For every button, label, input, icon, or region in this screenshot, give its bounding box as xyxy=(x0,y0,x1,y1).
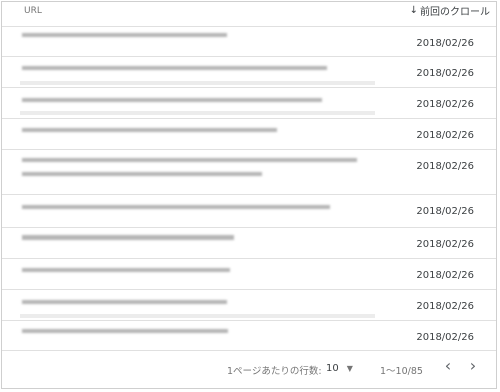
table-row[interactable]: 2018/02/26 xyxy=(2,88,496,119)
redacted-url-line xyxy=(22,98,322,102)
crawl-table: URL ↓ 前回のクロール 2018/02/26 2018/02/26 2018… xyxy=(1,1,497,389)
table-row[interactable]: 2018/02/26 xyxy=(2,150,496,195)
table-row[interactable]: 2018/02/26 xyxy=(2,27,496,57)
url-cell-redacted[interactable] xyxy=(22,329,228,343)
table-row[interactable]: 2018/02/26 xyxy=(2,290,496,321)
redacted-url-line xyxy=(22,33,227,37)
last-crawl-date: 2018/02/26 xyxy=(416,332,474,343)
redacted-url-line xyxy=(22,329,228,333)
row-overlay-strip xyxy=(20,81,375,85)
table-row[interactable]: 2018/02/26 xyxy=(2,57,496,88)
redacted-url-line xyxy=(22,172,262,176)
redacted-url-line xyxy=(22,158,357,162)
next-page-button[interactable]: › xyxy=(463,358,483,374)
dropdown-arrow-icon: ▼ xyxy=(346,363,353,373)
url-cell-redacted[interactable] xyxy=(22,268,230,282)
url-cell-redacted[interactable] xyxy=(22,235,234,250)
last-crawl-date: 2018/02/26 xyxy=(416,130,474,141)
url-cell-redacted[interactable] xyxy=(22,205,330,219)
url-cell-redacted[interactable] xyxy=(22,98,322,112)
url-cell-redacted[interactable] xyxy=(22,300,227,314)
arrow-down-icon: ↓ xyxy=(409,4,418,16)
redacted-url-line xyxy=(22,300,227,304)
last-crawl-date: 2018/02/26 xyxy=(416,38,474,49)
last-crawl-date: 2018/02/26 xyxy=(416,239,474,250)
url-cell-redacted[interactable] xyxy=(22,33,227,47)
row-overlay-strip xyxy=(20,314,375,318)
table-row[interactable]: 2018/02/26 xyxy=(2,119,496,150)
table-pagination: 1ページあたりの行数: 10 ▼ 1〜10/85 ‹ › xyxy=(2,351,496,389)
last-crawl-date: 2018/02/26 xyxy=(416,99,474,110)
redacted-url-line xyxy=(22,128,277,132)
last-crawl-date: 2018/02/26 xyxy=(416,206,474,217)
redacted-url-line xyxy=(22,66,327,70)
redacted-url-line xyxy=(22,205,330,209)
last-crawl-date: 2018/02/26 xyxy=(416,270,474,281)
table-row[interactable]: 2018/02/26 xyxy=(2,228,496,259)
row-overlay-strip xyxy=(20,111,375,115)
last-crawl-date: 2018/02/26 xyxy=(416,301,474,312)
table-row[interactable]: 2018/02/26 xyxy=(2,259,496,290)
redacted-url-line xyxy=(22,235,234,240)
url-cell-redacted[interactable] xyxy=(22,158,357,186)
url-cell-redacted[interactable] xyxy=(22,66,327,80)
table-row[interactable]: 2018/02/26 xyxy=(2,321,496,351)
last-crawl-column-header[interactable]: ↓ 前回のクロール xyxy=(410,3,490,18)
rows-per-page-label: 1ページあたりの行数: xyxy=(227,366,322,377)
last-crawl-label: 前回のクロール xyxy=(420,7,490,18)
table-row[interactable]: 2018/02/26 xyxy=(2,195,496,228)
rows-per-page-value: 10 xyxy=(326,362,339,374)
url-cell-redacted[interactable] xyxy=(22,128,277,142)
rows-per-page-select[interactable]: 10 ▼ xyxy=(326,360,360,376)
redacted-url-line xyxy=(22,268,230,272)
url-column-header[interactable]: URL xyxy=(24,6,42,16)
page-range: 1〜10/85 xyxy=(380,366,423,377)
table-header: URL ↓ 前回のクロール xyxy=(2,2,496,27)
last-crawl-date: 2018/02/26 xyxy=(416,68,474,79)
previous-page-button[interactable]: ‹ xyxy=(438,358,458,374)
last-crawl-date: 2018/02/26 xyxy=(416,161,474,172)
